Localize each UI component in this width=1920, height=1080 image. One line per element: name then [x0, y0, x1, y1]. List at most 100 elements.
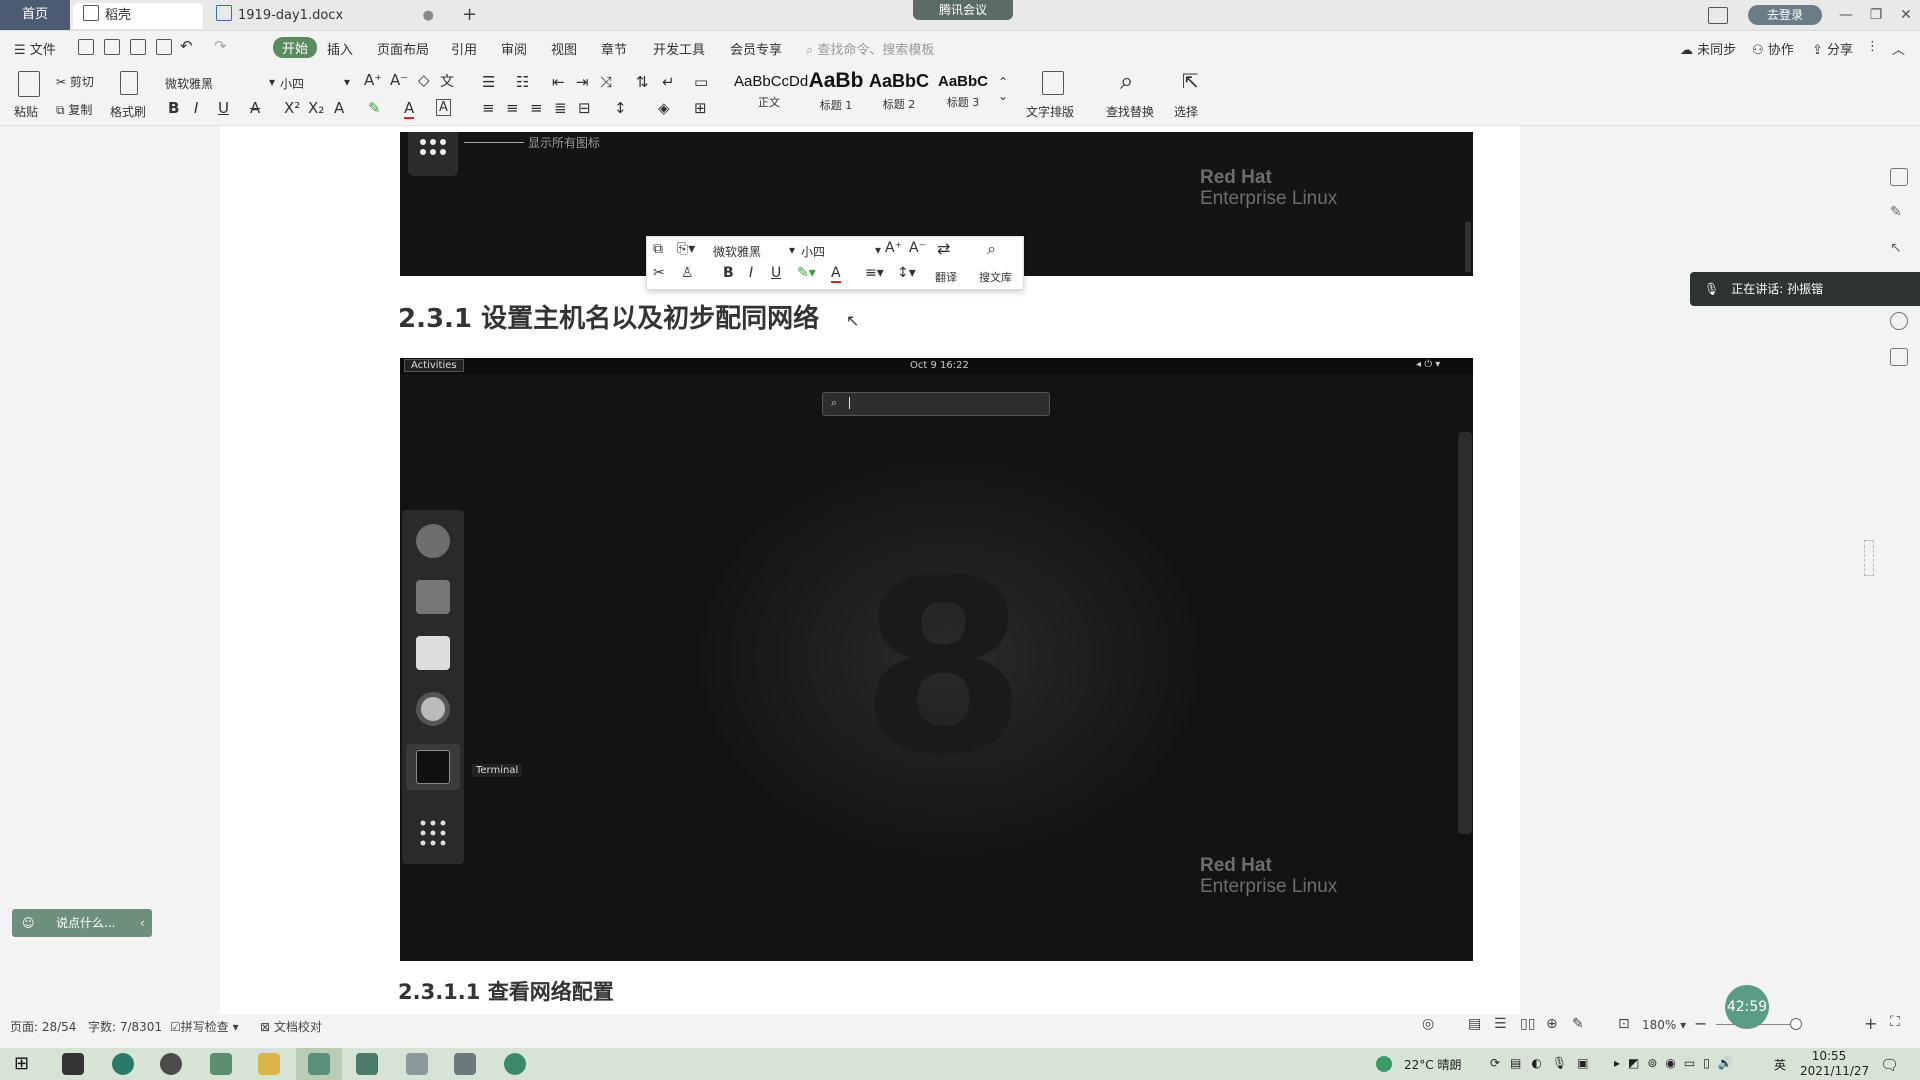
app-icon-1[interactable] [62, 1053, 84, 1075]
read-view-icon[interactable]: ▯▯ [1520, 1016, 1535, 1032]
menu-review[interactable]: 审阅 [501, 39, 527, 58]
heading-2-3-1[interactable]: 2.3.1 设置主机名以及初步配同网络 [398, 298, 819, 335]
font-color-icon[interactable]: A [831, 265, 841, 283]
underline-icon[interactable]: U [771, 265, 781, 281]
cut-icon[interactable]: ✂ [653, 265, 665, 281]
meeting-app-icon[interactable] [308, 1053, 330, 1075]
zoom-in-icon[interactable]: + [1864, 1014, 1877, 1033]
font-grow-icon[interactable]: A⁺ [885, 240, 902, 256]
heading-2-3-1-1[interactable]: 2.3.1.1 查看网络配置 [398, 976, 614, 1006]
command-search[interactable]: ⌕ 查找命令、搜索模板 [806, 39, 934, 58]
outline-view-icon[interactable]: ☰ [1494, 1016, 1507, 1032]
zoom-slider-thumb[interactable] [1790, 1018, 1802, 1030]
redo-icon[interactable]: ↷ [214, 37, 227, 55]
pen-icon[interactable]: ✎ [1890, 204, 1908, 222]
page-count[interactable]: 页面: 28/54 [10, 1018, 76, 1035]
highlight-icon[interactable]: ✎ [368, 99, 381, 117]
app-icon-7[interactable] [356, 1053, 378, 1075]
paste-icon[interactable]: ⎘▾ [677, 241, 695, 257]
menu-view[interactable]: 视图 [551, 39, 577, 58]
tray-icons-2[interactable]: ▸◩⊚◉▭▯🔊 [1614, 1056, 1741, 1070]
search-library-icon[interactable]: ⌕ [987, 239, 996, 259]
share-button[interactable]: ⇪ 分享 [1812, 39, 1853, 58]
justify-icon[interactable]: ≣ [554, 99, 567, 117]
collab-button[interactable]: ⚇ 协作 [1752, 39, 1794, 58]
clock[interactable]: 10:55 2021/11/27 [1800, 1049, 1869, 1079]
zoom-level[interactable]: 180% ▾ [1642, 1018, 1686, 1032]
menu-reference[interactable]: 引用 [451, 39, 477, 58]
text-layout-button[interactable]: 文字排版 [1026, 103, 1074, 120]
side-tool-icon-1[interactable] [1890, 168, 1908, 186]
font-shrink-icon[interactable]: A⁻ [390, 71, 408, 89]
line-spacing-icon[interactable]: ↕ [614, 99, 627, 117]
format-painter-icon[interactable]: ♙ [681, 265, 694, 281]
outdent-icon[interactable]: ⇤ [552, 73, 565, 91]
format-painter-button[interactable]: 格式刷 [110, 103, 146, 120]
app-icon-3[interactable] [160, 1053, 182, 1075]
pointer-icon[interactable]: ↖ [1890, 240, 1908, 258]
strikethrough-icon[interactable]: A [250, 99, 260, 117]
wps-icon[interactable] [210, 1053, 232, 1075]
clear-format-icon[interactable]: ◇ [418, 71, 430, 89]
char-border-icon[interactable]: A [436, 99, 451, 116]
tab-daoke[interactable]: 稻壳 [73, 3, 203, 29]
notification-icon[interactable]: 🗨 [1880, 1056, 1899, 1074]
underline-icon[interactable]: U [218, 99, 229, 117]
italic-icon[interactable]: I [194, 99, 198, 117]
bullet-list-icon[interactable]: ☰ [482, 73, 495, 91]
login-button[interactable]: 去登录 [1748, 5, 1822, 25]
find-replace-button[interactable]: 查找替换 [1106, 103, 1154, 120]
close-icon[interactable]: ✕ [1894, 4, 1918, 26]
edge-icon[interactable] [112, 1053, 134, 1075]
find-icon[interactable]: ⌕ [1120, 67, 1133, 95]
preview-icon[interactable] [156, 39, 172, 55]
align-icon[interactable]: ≡▾ [865, 265, 884, 281]
embedded-screenshot-2[interactable]: Activities Oct 9 16:22 ◂ ⏻ ▾ ⌕ 8 Red Hat… [400, 358, 1473, 961]
search-library-button[interactable]: 搜文库 [979, 269, 1012, 285]
more-icon[interactable]: ⋮ [1866, 39, 1879, 54]
save-icon[interactable] [78, 39, 94, 55]
font-shrink-icon[interactable]: A⁻ [909, 240, 926, 256]
scroll-indicator[interactable] [1864, 540, 1874, 576]
windows-start-icon[interactable]: ⊞ [14, 1053, 36, 1075]
borders-icon[interactable]: ⊞ [694, 99, 707, 117]
style-heading2[interactable]: AaBbC 标题 2 [868, 71, 930, 112]
line-spacing-icon[interactable]: ↕▾ [897, 265, 916, 281]
text-effect-icon[interactable]: A [334, 99, 344, 117]
superscript-icon[interactable]: X² [284, 99, 300, 117]
print-icon[interactable] [130, 39, 146, 55]
meeting-timer[interactable]: 42:59 [1725, 985, 1769, 1029]
restore-icon[interactable]: ❐ [1864, 4, 1888, 26]
font-name-select[interactable]: 微软雅黑 ▾ [165, 75, 275, 92]
file-menu[interactable]: ☰ 文件 [14, 39, 56, 58]
page-view-icon[interactable]: ▤ [1468, 1016, 1481, 1032]
menu-start[interactable]: 开始 [273, 37, 318, 58]
fit-page-icon[interactable]: ⊡ [1618, 1016, 1630, 1032]
word-count[interactable]: 字数: 7/8301 [88, 1018, 162, 1035]
app-icon-10[interactable] [504, 1053, 526, 1075]
doc-proof-button[interactable]: ⊠ 文档校对 [260, 1018, 322, 1035]
align-left-icon[interactable]: ≡ [482, 99, 495, 117]
spell-check-button[interactable]: ☑拼写检查 ▾ [170, 1018, 239, 1035]
font-color-icon[interactable]: A [404, 99, 415, 119]
layout-icon[interactable] [1708, 7, 1728, 24]
paste-icon[interactable] [18, 71, 40, 97]
zoom-out-icon[interactable]: − [1694, 1014, 1707, 1033]
translate-icon[interactable]: ⇄ [937, 239, 950, 258]
italic-icon[interactable]: I [749, 265, 753, 281]
say-something-bubble[interactable]: ☺ 说点什么... ‹ [12, 909, 152, 937]
file-explorer-icon[interactable] [258, 1053, 280, 1075]
subscript-icon[interactable]: X₂ [308, 99, 324, 117]
tray-icons[interactable]: ⟳▤◐🎙▣ [1490, 1056, 1598, 1070]
ime-indicator[interactable]: 英 [1774, 1056, 1786, 1073]
align-center-icon[interactable]: ≡ [506, 99, 519, 117]
show-marks-icon[interactable]: ↵ [662, 73, 675, 91]
select-button[interactable]: 选择 [1174, 103, 1198, 120]
weather-label[interactable]: 22°C 晴朗 [1404, 1056, 1461, 1073]
bold-icon[interactable]: B [723, 265, 734, 281]
new-tab-button[interactable]: + [462, 4, 477, 25]
style-heading1[interactable]: AaBb 标题 1 [804, 69, 868, 113]
format-painter-icon[interactable] [120, 71, 138, 95]
sort-icon[interactable]: ⇅ [636, 73, 649, 91]
side-tool-icon-2[interactable] [1890, 348, 1908, 366]
